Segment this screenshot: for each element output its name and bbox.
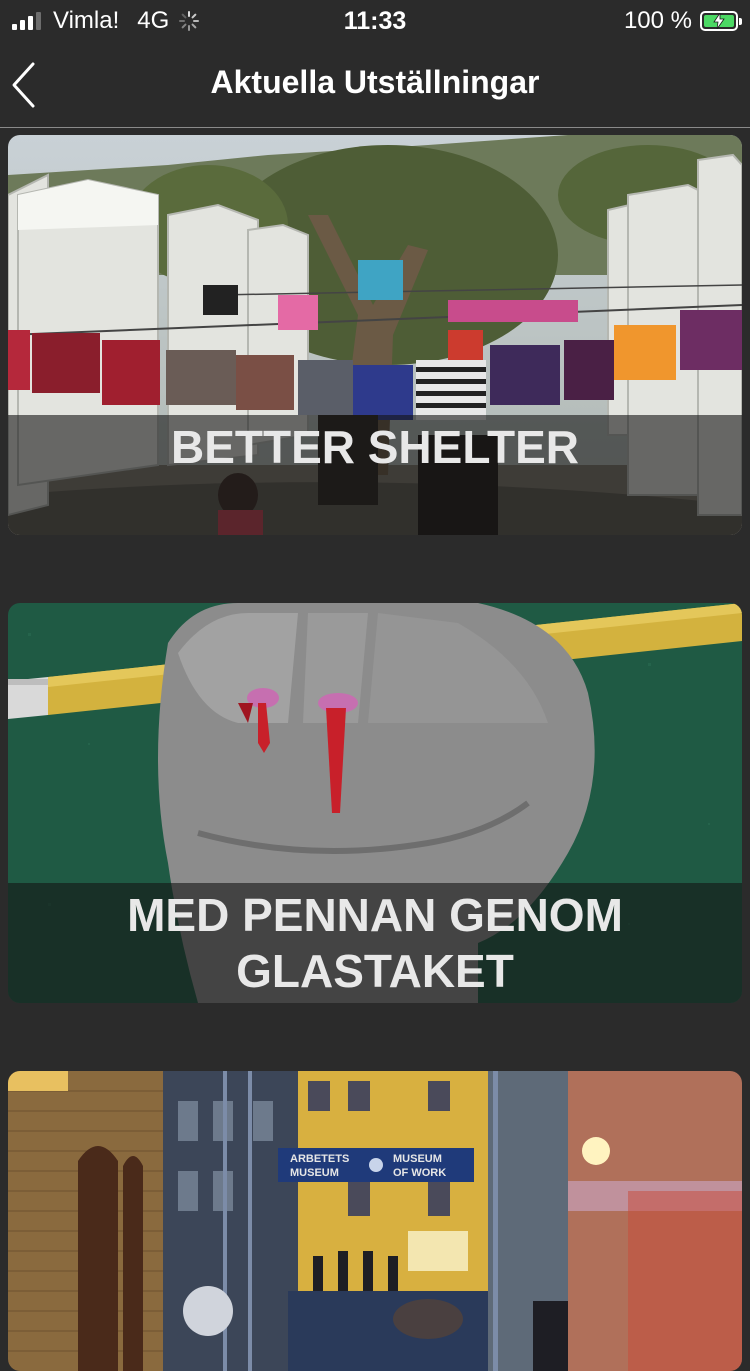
exhibition-card-better-shelter[interactable]: BETTER SHELTER bbox=[8, 135, 742, 535]
sign-text: OF WORK bbox=[393, 1167, 446, 1179]
exhibition-title: BETTER SHELTER bbox=[8, 415, 742, 535]
status-right: 100 % bbox=[623, 6, 742, 36]
exhibition-image: ARBETETS MUSEUM MUSEUM OF WORK bbox=[8, 1071, 742, 1371]
battery-percent: 100 % bbox=[623, 7, 692, 34]
battery-charging-icon bbox=[700, 11, 742, 31]
navigation-bar: Aktuella Utställningar bbox=[0, 42, 750, 128]
exhibition-card-arbetets-museum[interactable]: ARBETETS MUSEUM MUSEUM OF WORK bbox=[8, 1071, 742, 1371]
sign-text: MUSEUM bbox=[393, 1153, 442, 1165]
status-bar: Vimla! 4G 11:33 100 % bbox=[0, 0, 750, 42]
exhibition-title: MED PENNAN GENOM GLASTAKET bbox=[8, 883, 742, 1003]
sign-text: MUSEUM bbox=[290, 1167, 339, 1179]
page-title: Aktuella Utställningar bbox=[210, 64, 540, 100]
sign-text: ARBETETS bbox=[290, 1153, 349, 1165]
exhibition-card-med-pennan[interactable]: MED PENNAN GENOM GLASTAKET bbox=[8, 603, 742, 1003]
